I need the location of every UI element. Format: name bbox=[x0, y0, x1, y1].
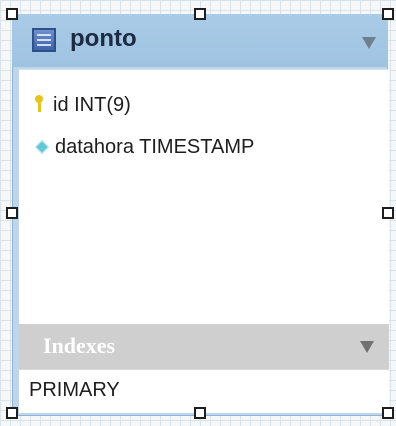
resize-handle-bottom-center[interactable] bbox=[194, 407, 206, 419]
column-label: datahora TIMESTAMP bbox=[55, 136, 255, 158]
resize-handle-bottom-left[interactable] bbox=[6, 407, 18, 419]
indexes-title: Indexes bbox=[43, 333, 116, 358]
column-diamond-icon bbox=[34, 139, 50, 155]
primary-key-icon bbox=[33, 94, 47, 116]
table-node[interactable]: ponto id INT(9) datahora TIMESTAMP Index… bbox=[12, 14, 389, 416]
column-row[interactable]: id INT(9) bbox=[19, 92, 131, 118]
column-row[interactable]: datahora TIMESTAMP bbox=[19, 134, 254, 160]
resize-handle-top-center[interactable] bbox=[194, 8, 206, 20]
index-label: PRIMARY bbox=[29, 379, 120, 401]
resize-handle-bottom-right[interactable] bbox=[382, 407, 394, 419]
column-label: id INT(9) bbox=[53, 94, 131, 116]
columns-section: id INT(9) datahora TIMESTAMP bbox=[19, 69, 389, 325]
chevron-down-icon[interactable] bbox=[360, 341, 374, 353]
resize-handle-middle-left[interactable] bbox=[6, 207, 18, 219]
table-header[interactable]: ponto bbox=[12, 14, 388, 67]
resize-handle-middle-right[interactable] bbox=[382, 207, 394, 219]
table-title: ponto bbox=[70, 25, 137, 52]
table-icon bbox=[32, 28, 56, 52]
chevron-down-icon[interactable] bbox=[362, 37, 376, 49]
resize-handle-top-left[interactable] bbox=[6, 8, 18, 20]
indexes-header[interactable]: Indexes bbox=[19, 324, 389, 369]
resize-handle-top-right[interactable] bbox=[382, 8, 394, 20]
